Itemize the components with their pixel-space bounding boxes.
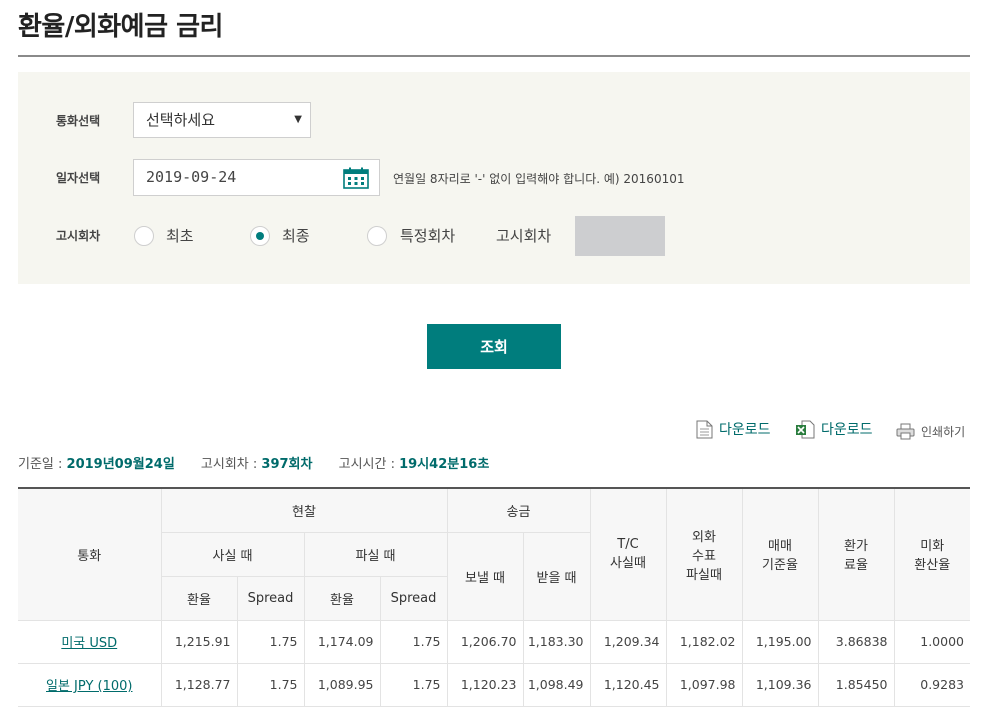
rate-info-line: 기준일 : 2019년09월24일 고시회차 : 397회차 고시시간 : 19… [18, 453, 489, 472]
table-cell: 1,182.02 [665, 619, 743, 664]
table-cell: 3.86838 [817, 619, 895, 664]
table-cell: 1.75 [236, 662, 305, 707]
table-cell: 1.75 [236, 619, 305, 664]
currency-link[interactable]: 일본 JPY (100) [46, 679, 132, 694]
date-select-label: 일자선택 [56, 171, 101, 185]
table-cell: 1,174.09 [303, 619, 381, 664]
header-conv-rate: 환가 료율 [817, 487, 895, 621]
date-format-hint: 연월일 8자리로 '-' 없이 입력해야 합니다. 예) 20160101 [393, 172, 685, 186]
header-cash-sell-rate: 환율 [303, 575, 381, 621]
round-number-input[interactable] [575, 216, 665, 256]
download-excel-link[interactable]: 다운로드 [795, 418, 873, 440]
time-info-value: 19시42분16초 [399, 457, 490, 472]
header-base-rate: 매매 기준율 [741, 487, 819, 621]
dropdown-arrow-icon: ▼ [294, 114, 302, 125]
date-field [133, 159, 380, 196]
header-cash-sell-spread: Spread [379, 575, 447, 621]
radio-first[interactable] [134, 226, 154, 246]
table-cell: 1.75 [379, 662, 448, 707]
radio-first-label[interactable]: 최초 [166, 225, 194, 246]
download-pdf-link[interactable]: 다운로드 [696, 418, 771, 440]
header-tc-buy: T/C 사실때 [589, 487, 667, 621]
header-remit-receive: 받을 때 [522, 531, 590, 621]
search-panel: 통화선택 선택하세요 ▼ 일자선택 연월일 8자리로 '-' 없이 입력해야 합… [18, 72, 970, 284]
title-divider [18, 55, 970, 57]
time-info-label: 고시시간 : [338, 457, 400, 472]
table-cell: 1,215.91 [160, 619, 238, 664]
table-cell: 1.75 [379, 619, 448, 664]
header-check-sell: 외화 수표 파실때 [665, 487, 743, 621]
currency-select-label: 통화선택 [56, 114, 101, 128]
header-remit: 송금 [446, 487, 591, 533]
currency-select[interactable]: 선택하세요 ▼ [133, 102, 311, 138]
base-date-label: 기준일 : [18, 457, 67, 472]
radio-specific-label[interactable]: 특정회차 [400, 225, 455, 246]
table-cell: 1,120.23 [446, 662, 524, 707]
table-cell: 1,195.00 [741, 619, 819, 664]
round-label: 고시회차 [56, 229, 101, 243]
header-cash-buy: 사실 때 [161, 531, 305, 577]
page-title: 환율/외화예금 금리 [18, 12, 223, 42]
header-cash-buy-spread: Spread [236, 575, 305, 621]
currency-link[interactable]: 미국 USD [61, 636, 117, 651]
table-cell: 1,183.30 [522, 619, 591, 664]
table-cell: 0.9283 [893, 662, 970, 707]
table-cell: 1,128.77 [160, 662, 238, 707]
table-cell: 1,209.34 [589, 619, 667, 664]
print-link[interactable]: 인쇄하기 [896, 420, 965, 442]
header-currency: 통화 [18, 487, 162, 621]
radio-final[interactable] [250, 226, 270, 246]
query-button[interactable]: 조회 [427, 324, 561, 369]
currency-select-value: 선택하세요 [146, 111, 216, 129]
table-cell: 1,206.70 [446, 619, 524, 664]
printer-icon [896, 423, 915, 439]
radio-final-label[interactable]: 최종 [282, 225, 310, 246]
table-cell: 1.85450 [817, 662, 895, 707]
header-cash-sell: 파실 때 [303, 531, 448, 577]
radio-specific[interactable] [367, 226, 387, 246]
date-input[interactable] [146, 168, 326, 186]
table-row: 미국 USD 1,215.91 1.75 1,174.09 1.75 1,206… [18, 619, 970, 664]
table-cell: 1,089.95 [303, 662, 381, 707]
download-pdf-label: 다운로드 [719, 422, 771, 438]
excel-icon [796, 420, 815, 438]
document-icon [696, 420, 713, 438]
header-cash: 현찰 [160, 487, 448, 533]
download-excel-label: 다운로드 [821, 422, 873, 438]
table-cell: 1,120.45 [589, 662, 667, 707]
table-cell: 1.0000 [893, 619, 970, 664]
table-cell: 1,098.49 [522, 662, 591, 707]
header-remit-send: 보낼 때 [446, 531, 524, 621]
header-usd-rate: 미화 환산율 [893, 487, 970, 621]
round-input-label: 고시회차 [496, 227, 552, 245]
base-date-value: 2019년09월24일 [66, 457, 175, 472]
round-info-label: 고시회차 : [200, 457, 262, 472]
table-cell: 1,109.36 [741, 662, 819, 707]
round-info-value: 397회차 [261, 457, 313, 472]
table-cell: 1,097.98 [665, 662, 743, 707]
table-row: 일본 JPY (100) 1,128.77 1.75 1,089.95 1.75… [18, 662, 970, 707]
print-label: 인쇄하기 [921, 424, 966, 439]
calendar-icon[interactable] [343, 167, 369, 189]
exchange-rate-table: 통화 현찰 송금 T/C 사실때 외화 수표 파실때 매매 기준율 환가 료율 … [18, 487, 970, 707]
header-cash-buy-rate: 환율 [161, 575, 238, 621]
